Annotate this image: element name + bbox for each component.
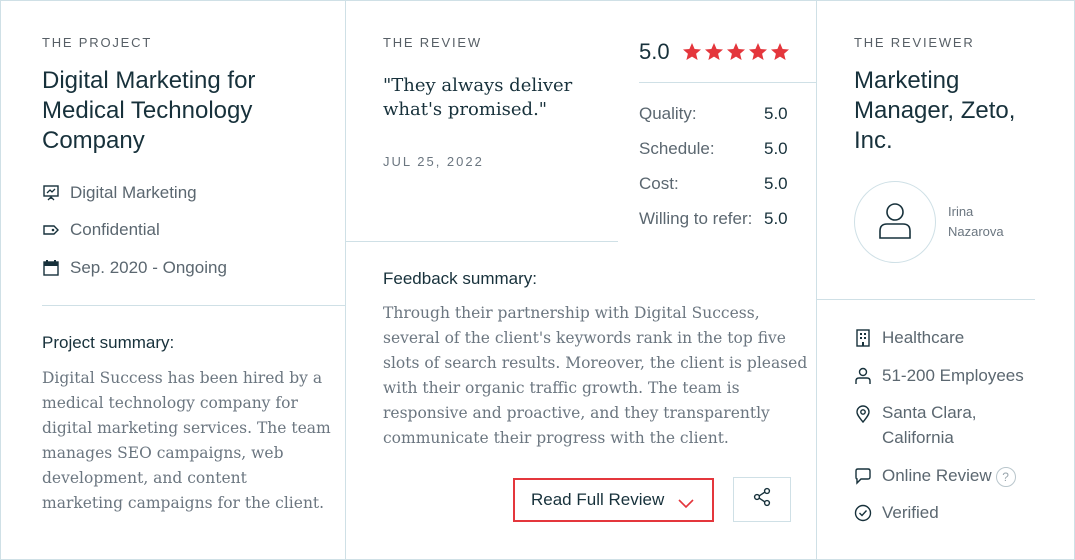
share-icon [752,487,772,512]
quote-line: "They always deliver [383,75,573,96]
divider [639,82,816,83]
score-value: 5.0 [764,174,788,193]
score-value: 5.0 [764,209,788,228]
read-full-review-button[interactable]: Read Full Review [513,478,714,522]
score-value: 5.0 [764,104,788,123]
project-eyebrow: THE PROJECT [42,35,153,50]
user-icon [873,198,917,247]
reviewer-location: Santa Clara, California [854,403,977,450]
feedback-summary-text: Through their partnership with Digital S… [383,301,807,451]
reviewer-title: Marketing Manager, Zeto, Inc. [854,66,1015,156]
project-title: Digital Marketing for Medical Technology… [42,66,255,156]
column-divider [345,1,346,560]
star-icon [704,43,723,60]
divider [816,299,1035,300]
read-full-review-label: Read Full Review [531,490,665,509]
feedback-line: several of the client's keywords rank in… [383,329,786,347]
project-dates-label: Sep. 2020 - Ongoing [70,258,227,277]
summary-line: development, and content [42,469,247,487]
review-card: THE PROJECT Digital Marketing for Medica… [0,0,1075,560]
reviewer-last-name: Nazarova [948,224,1004,239]
feedback-line: communicate their progress with the clie… [383,429,729,447]
review-eyebrow: THE REVIEW [383,35,482,50]
chat-bubble-icon [854,467,872,485]
location-line: California [882,428,954,447]
star-icon [770,43,789,60]
score-label: Quality: [639,104,697,123]
project-service-label: Digital Marketing [70,183,197,202]
feedback-line: Through their partnership with Digital S… [383,304,760,322]
score-schedule: Schedule: 5.0 [639,139,795,159]
feedback-line: slots of search results. Moreover, the c… [383,354,808,372]
quote-line: what's promised." [383,99,548,120]
project-budget: Confidential [42,220,160,240]
share-button[interactable] [733,477,791,522]
calendar-icon [42,259,60,277]
score-label: Willing to refer: [639,209,753,228]
reviewer-verified: Verified [854,503,939,523]
project-title-line: Company [42,127,145,154]
score-value: 5.0 [764,139,788,158]
feedback-summary-heading: Feedback summary: [383,269,537,288]
building-icon [854,329,872,347]
column-divider [816,1,817,560]
review-quote: "They always deliver what's promised." [383,74,572,122]
project-title-line: Digital Marketing for [42,67,256,94]
summary-line: manages SEO campaigns, web [42,444,284,462]
divider [42,305,345,306]
overall-rating-value: 5.0 [639,39,670,64]
reviewer-title-line: Marketing [854,67,960,94]
score-cost: Cost: 5.0 [639,174,795,194]
project-service: Digital Marketing [42,183,197,203]
project-summary-heading: Project summary: [42,333,175,352]
reviewer-first-name: Irina [948,204,974,219]
score-quality: Quality: 5.0 [639,104,795,124]
reviewer-title-line: Manager, Zeto, [854,97,1016,124]
chevron-down-icon [678,494,694,514]
reviewer-review-type-label: Online Review [882,466,992,485]
help-icon[interactable]: ? [995,467,1016,487]
project-summary-text: Digital Success has been hired by a medi… [42,366,331,516]
summary-line: Digital Success has been hired by a [42,369,323,387]
reviewer-verified-label: Verified [882,503,939,522]
star-icon [748,43,767,60]
reviewer-industry-label: Healthcare [882,328,965,347]
star-icon [682,43,701,60]
reviewer-title-line: Inc. [854,127,893,154]
person-icon [854,367,872,385]
location-line: Santa Clara, [882,403,977,422]
reviewer-location-label: Santa Clara, California [882,400,977,450]
reviewer-name: Irina Nazarova [948,202,1004,242]
overall-rating: 5.0 [639,39,792,65]
summary-line: marketing campaigns for the client. [42,494,325,512]
presentation-icon [42,184,60,202]
check-circle-icon [854,504,872,522]
avatar [854,181,936,263]
reviewer-company-size: 51-200 Employees [854,366,1024,386]
project-dates: Sep. 2020 - Ongoing [42,258,227,278]
score-label: Schedule: [639,139,715,158]
feedback-line: responsive and proactive, and they trans… [383,404,770,422]
star-icon [726,43,745,60]
reviewer-review-type: Online Review ? [854,465,1016,487]
review-date: JUL 25, 2022 [383,154,484,169]
project-budget-label: Confidential [70,220,160,239]
score-willing-to-refer: Willing to refer: 5.0 [639,209,795,229]
reviewer-company-size-label: 51-200 Employees [882,366,1024,385]
summary-line: medical technology company for [42,394,298,412]
reviewer-eyebrow: THE REVIEWER [854,35,975,50]
score-label: Cost: [639,174,679,193]
star-rating [682,42,792,62]
project-title-line: Medical Technology [42,97,253,124]
reviewer-industry: Healthcare [854,328,964,348]
tag-icon [42,221,60,239]
divider [345,241,618,242]
feedback-line: with their organic traffic growth. The t… [383,379,740,397]
summary-line: digital marketing services. The team [42,419,331,437]
location-pin-icon [854,405,872,423]
